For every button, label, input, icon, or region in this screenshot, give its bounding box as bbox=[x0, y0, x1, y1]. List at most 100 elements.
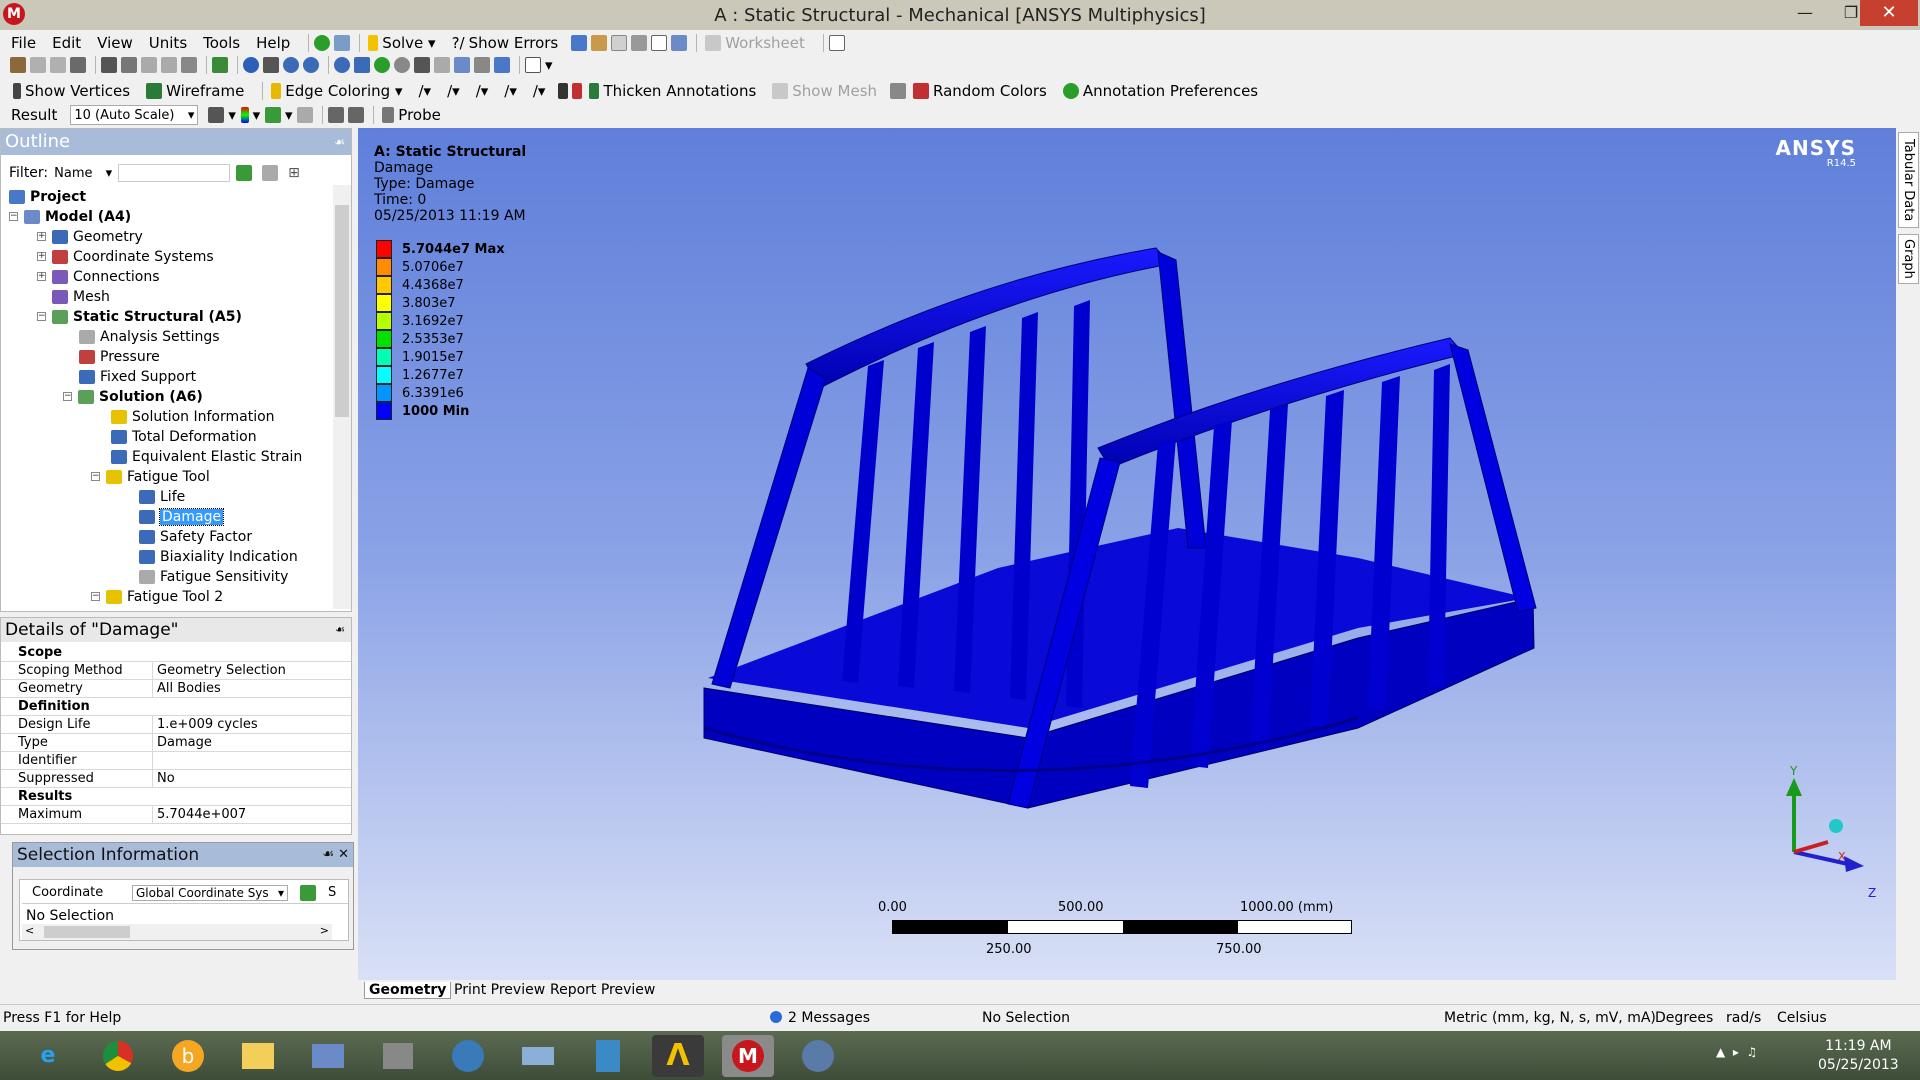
max-label-icon[interactable] bbox=[328, 107, 345, 123]
details-row[interactable]: Geometry All Bodies bbox=[1, 680, 351, 698]
row-value[interactable]: Geometry Selection bbox=[153, 662, 286, 679]
close-icon[interactable]: ☙ ✕ bbox=[322, 843, 349, 867]
details-category[interactable]: Definition bbox=[1, 698, 351, 716]
edge-style-1[interactable]: ∕▾ bbox=[416, 82, 435, 100]
tree-item-connections[interactable]: + Connections bbox=[37, 267, 160, 286]
menu-tools[interactable]: Tools bbox=[200, 34, 243, 52]
mechanical-icon[interactable]: M bbox=[722, 1035, 774, 1077]
network-icon[interactable] bbox=[302, 1035, 354, 1077]
edge-style-2[interactable]: ∕▾ bbox=[444, 82, 463, 100]
pan-icon[interactable] bbox=[263, 57, 279, 73]
contour-icon[interactable] bbox=[240, 107, 249, 123]
tab-geometry[interactable]: Geometry bbox=[364, 982, 452, 999]
tab-report-preview[interactable]: Report Preview bbox=[546, 982, 659, 998]
viewport-icon[interactable] bbox=[525, 57, 541, 73]
magnifier-icon[interactable] bbox=[394, 57, 410, 73]
tree-item-pressure[interactable]: Pressure bbox=[79, 347, 160, 366]
show-errors-button[interactable]: ?/Show Errors bbox=[449, 34, 562, 52]
camera-icon[interactable] bbox=[792, 1035, 844, 1077]
tree-item-project[interactable]: Project bbox=[9, 187, 86, 206]
limit-icon[interactable] bbox=[181, 57, 197, 73]
folder-icon[interactable] bbox=[232, 1035, 284, 1077]
vector-icon[interactable] bbox=[297, 107, 314, 123]
expand-icon[interactable]: + bbox=[37, 272, 46, 281]
show-vertices-button[interactable]: Show Vertices bbox=[10, 82, 133, 100]
face-select-icon[interactable] bbox=[70, 57, 86, 73]
stack-icon[interactable] bbox=[512, 1035, 564, 1077]
tree-item-solution-information[interactable]: Solution Information bbox=[111, 407, 275, 426]
tree-icon[interactable] bbox=[334, 35, 351, 51]
horizontal-scrollbar[interactable]: < > bbox=[22, 924, 332, 940]
zoom-icon[interactable] bbox=[283, 57, 299, 73]
tree-item-fatigue-tool-2[interactable]: − Fatigue Tool 2 bbox=[91, 587, 223, 606]
details-category[interactable]: Results bbox=[1, 788, 351, 806]
status-temp[interactable]: Celsius bbox=[1777, 1010, 1827, 1026]
select-mode-icon[interactable] bbox=[10, 57, 26, 73]
media-icon[interactable] bbox=[442, 1035, 494, 1077]
row-value[interactable]: All Bodies bbox=[153, 680, 221, 697]
tree-item-life[interactable]: Life bbox=[139, 487, 185, 506]
row-value[interactable]: 5.7044e+007 bbox=[153, 806, 246, 823]
row-value[interactable]: Damage bbox=[153, 734, 212, 751]
collapse-icon[interactable]: − bbox=[91, 592, 100, 601]
zoom-to-fit-icon[interactable] bbox=[374, 57, 390, 73]
graph-tab[interactable]: Graph bbox=[1898, 234, 1919, 284]
tree-item-equivalent-elastic-strain[interactable]: Equivalent Elastic Strain bbox=[111, 447, 302, 466]
comment-icon[interactable] bbox=[611, 35, 628, 51]
collapse-icon[interactable]: − bbox=[37, 312, 46, 321]
tree-item-total-deformation[interactable]: Total Deformation bbox=[111, 427, 257, 446]
scroll-right-icon[interactable]: > bbox=[320, 924, 329, 940]
tab-print-preview[interactable]: Print Preview bbox=[450, 982, 549, 998]
minimize-button[interactable]: — bbox=[1782, 0, 1828, 26]
previous-view-icon[interactable] bbox=[414, 57, 430, 73]
details-row[interactable]: Maximum 5.7044e+007 bbox=[1, 806, 351, 824]
tree-item-mesh[interactable]: Mesh bbox=[52, 287, 110, 306]
tree-item-geometry[interactable]: + Geometry bbox=[37, 227, 143, 246]
set-view-icon[interactable] bbox=[474, 57, 490, 73]
outline-scrollbar[interactable] bbox=[333, 185, 351, 609]
cube-icon[interactable] bbox=[212, 57, 228, 73]
status-units[interactable]: Metric (mm, kg, N, s, mV, mA) bbox=[1444, 1010, 1656, 1026]
edge-style-3[interactable]: ∕▾ bbox=[473, 82, 492, 100]
menu-file[interactable]: File bbox=[8, 34, 39, 52]
next-view-icon[interactable] bbox=[434, 57, 450, 73]
collapse-icon[interactable]: − bbox=[63, 392, 72, 401]
result-scale-select[interactable]: 10 (Auto Scale) ▾ bbox=[70, 105, 199, 125]
expand-icon[interactable] bbox=[161, 57, 177, 73]
tree-item-safety-factor[interactable]: Safety Factor bbox=[139, 527, 252, 546]
row-value[interactable] bbox=[153, 752, 157, 769]
tree-item-model[interactable]: − Model (A4) bbox=[9, 207, 131, 226]
pin-icon[interactable] bbox=[558, 83, 569, 99]
probe-button[interactable]: Probe bbox=[379, 106, 444, 124]
tree-item-analysis-settings[interactable]: Analysis Settings bbox=[79, 327, 220, 346]
tree-item-biaxiality-indication[interactable]: Biaxiality Indication bbox=[139, 547, 298, 566]
expand-all-icon[interactable]: ⊞ bbox=[288, 165, 300, 181]
details-row[interactable]: Type Damage bbox=[1, 734, 351, 752]
figure-icon[interactable] bbox=[631, 35, 648, 51]
edge-style-5[interactable]: ∕▾ bbox=[530, 82, 549, 100]
chart-icon[interactable] bbox=[591, 35, 608, 51]
refresh-icon[interactable] bbox=[236, 165, 253, 181]
scroll-left-icon[interactable]: < bbox=[25, 924, 34, 940]
details-row[interactable]: Suppressed No bbox=[1, 770, 351, 788]
new-section-icon[interactable] bbox=[571, 35, 588, 51]
status-angle[interactable]: Degrees bbox=[1655, 1010, 1713, 1026]
explode-icon[interactable] bbox=[890, 83, 907, 99]
model-render[interactable] bbox=[358, 128, 1896, 980]
tree-item-fatigue-sensitivity[interactable]: Fatigue Sensitivity bbox=[139, 567, 288, 586]
scroll-thumb[interactable] bbox=[44, 926, 130, 938]
min-label-icon[interactable] bbox=[348, 107, 365, 123]
wireframe-button[interactable]: Wireframe bbox=[143, 82, 247, 100]
check-icon[interactable] bbox=[314, 35, 331, 51]
edges-icon[interactable] bbox=[264, 107, 281, 123]
row-value[interactable]: No bbox=[153, 770, 175, 787]
tree-item-coordinate-systems[interactable]: + Coordinate Systems bbox=[37, 247, 214, 266]
tree-item-damage[interactable]: Damage bbox=[139, 507, 225, 526]
chrome-icon[interactable] bbox=[92, 1035, 144, 1077]
close-button[interactable]: ✕ bbox=[1860, 0, 1918, 26]
tray-icons[interactable]: ▲ ▸ ♫ bbox=[1716, 1045, 1757, 1059]
tree-item-fixed-support[interactable]: Fixed Support bbox=[79, 367, 196, 386]
menu-help[interactable]: Help bbox=[253, 34, 293, 52]
details-row[interactable]: Design Life 1.e+009 cycles bbox=[1, 716, 351, 734]
geometry-display-icon[interactable] bbox=[208, 107, 225, 123]
